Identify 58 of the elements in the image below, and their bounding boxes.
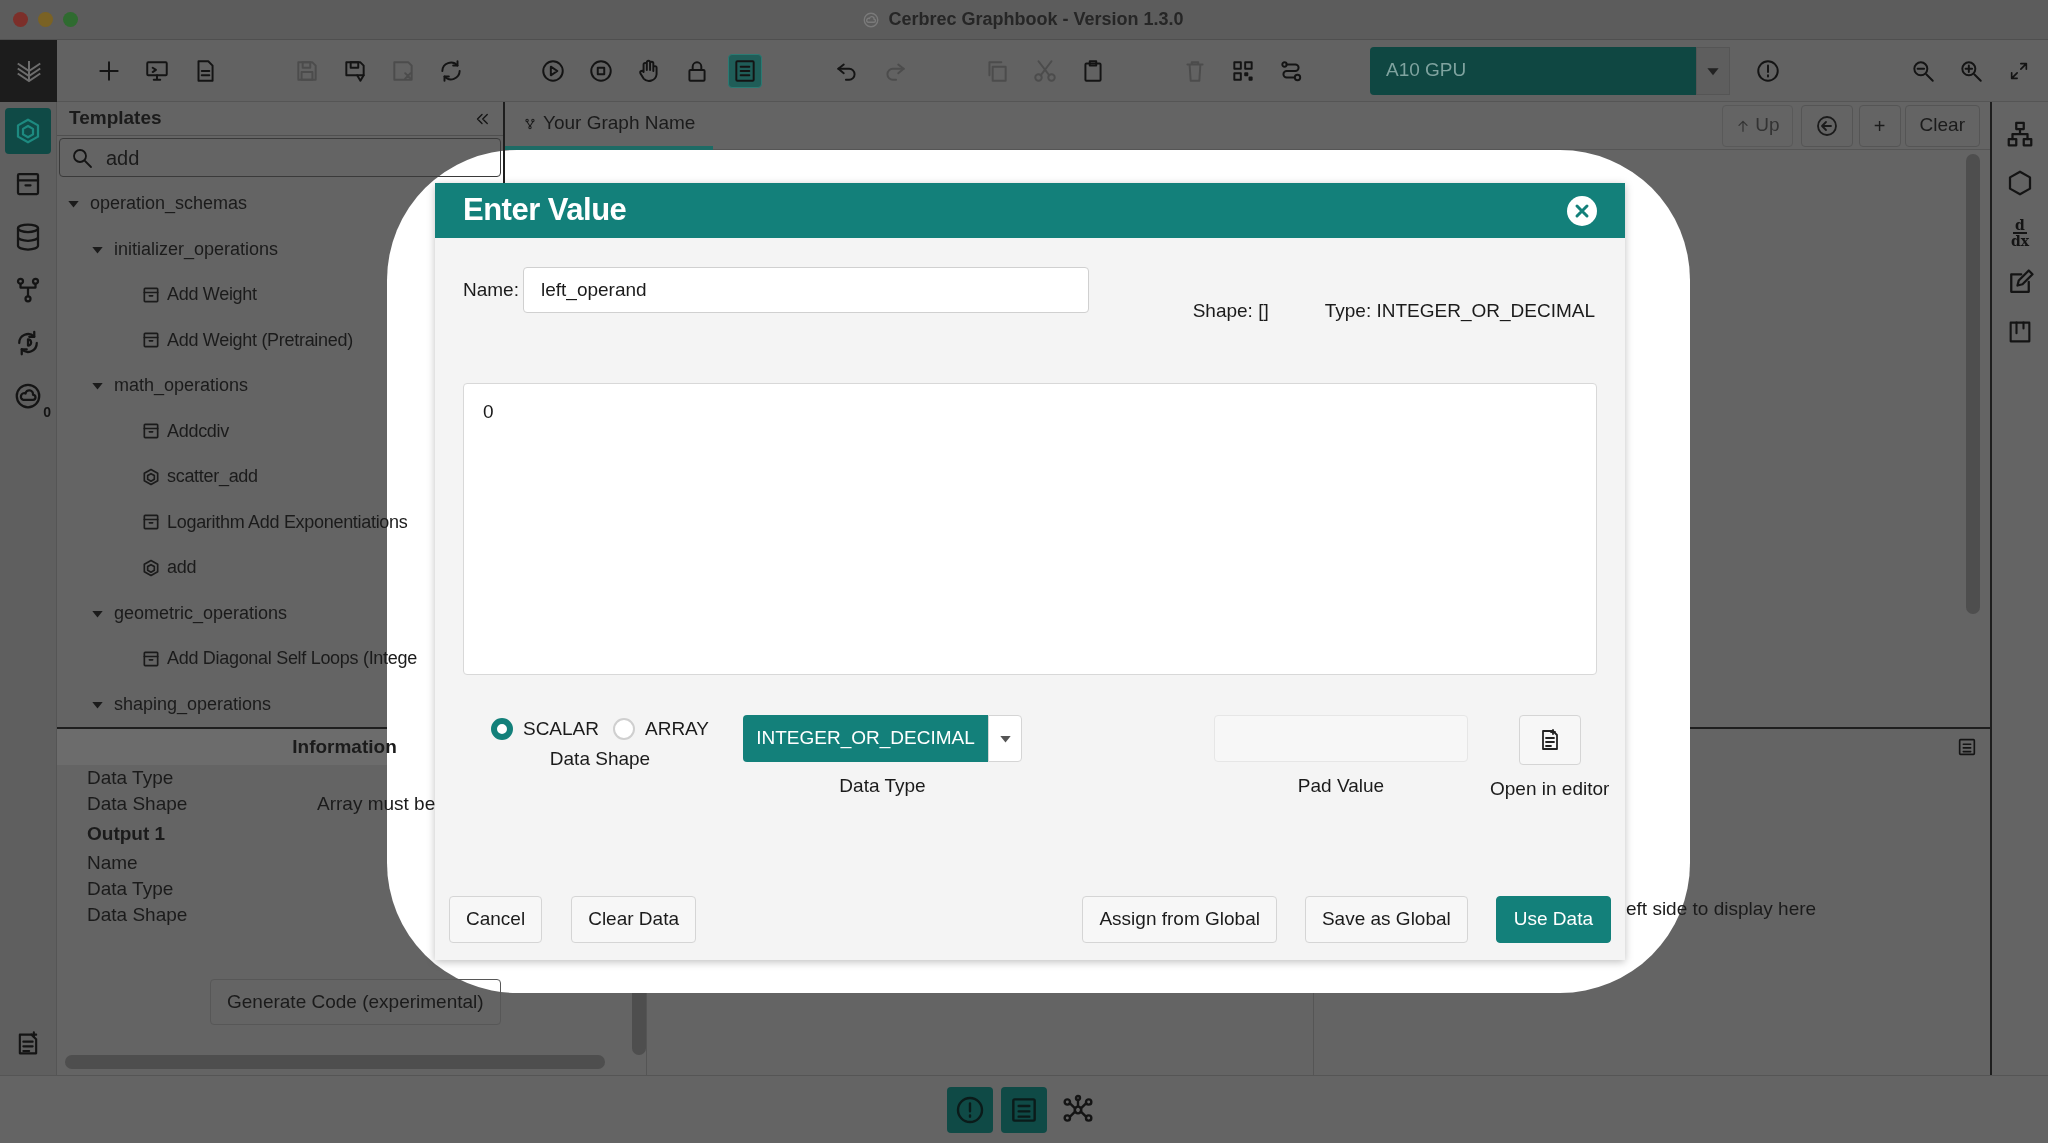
graph-icon	[523, 116, 537, 131]
open-editor-label: Open in editor	[1490, 776, 1610, 801]
cube-rail-button[interactable]	[5, 108, 51, 154]
hierarchy-icon	[2005, 119, 2035, 149]
name-field[interactable]: left_operand	[522, 267, 1089, 313]
panel-title: Templates	[69, 106, 162, 131]
cube-icon	[141, 557, 161, 578]
cloud-icon	[13, 381, 43, 411]
notebook-button[interactable]	[728, 53, 762, 88]
info-view-button[interactable]	[947, 1086, 993, 1133]
generate-code-button[interactable]: Generate Code (experimental)	[210, 979, 501, 1025]
data-type-select[interactable]: INTEGER_OR_DECIMAL	[743, 714, 988, 762]
data-type-label: Data Type	[839, 773, 926, 798]
dialog-button[interactable]: Assign from Global	[1082, 896, 1277, 943]
pad-value-label: Pad Value	[1297, 773, 1385, 798]
refresh-icon	[438, 57, 464, 84]
dialog-button[interactable]: Save as Global	[1304, 896, 1468, 943]
stop-icon	[588, 57, 614, 84]
derivative-button[interactable]: d dx	[2002, 214, 2038, 252]
field-label: Data Type	[87, 876, 175, 901]
shape-text: Shape: []	[1192, 299, 1269, 323]
field-label: Name	[87, 850, 139, 875]
app-icon	[862, 10, 881, 29]
dialog-button[interactable]: Clear Data	[571, 896, 696, 943]
archive-icon	[141, 421, 161, 442]
info-icon	[1755, 57, 1781, 84]
archive-icon	[141, 512, 161, 533]
name-label: Name:	[463, 277, 519, 302]
radio-option[interactable]: SCALAR	[490, 714, 599, 743]
radio-option[interactable]: ARRAY	[613, 714, 710, 743]
dialog-title: Enter Value	[463, 191, 627, 230]
device-select[interactable]: A10 GPU	[1370, 46, 1696, 95]
back-icon	[1814, 113, 1839, 138]
field-label: Data Type	[87, 765, 175, 790]
cloud-rail-button[interactable]: 0	[5, 373, 51, 419]
back-button[interactable]	[1800, 104, 1853, 147]
close-icon	[1574, 202, 1590, 219]
field-label: Data Shape	[87, 791, 189, 816]
cube-icon	[141, 466, 161, 487]
notebook-icon	[732, 57, 758, 84]
count-label: 0	[43, 403, 51, 422]
search-field[interactable]: add	[59, 138, 501, 177]
dialog-button[interactable]: Cancel	[449, 896, 543, 943]
open-editor-button[interactable]	[1518, 714, 1581, 765]
list-icon	[1956, 736, 1978, 758]
value-editor[interactable]: 0	[463, 382, 1597, 675]
type-text: Type: INTEGER_OR_DECIMAL	[1324, 299, 1595, 324]
clear-button[interactable]: Clear	[1904, 104, 1980, 147]
dialog-button[interactable]: Use Data	[1495, 896, 1611, 943]
close-button[interactable]	[1567, 195, 1597, 226]
device-dropdown-button[interactable]	[1696, 46, 1730, 95]
play-icon	[540, 57, 566, 84]
field-label: Data Shape	[87, 902, 189, 927]
archive-icon	[141, 330, 161, 351]
add-button[interactable]: +	[1858, 104, 1901, 147]
section-heading: Output 1	[87, 821, 166, 846]
data-shape-label: Data Shape	[549, 747, 651, 771]
list-view-button[interactable]	[1001, 1086, 1047, 1133]
